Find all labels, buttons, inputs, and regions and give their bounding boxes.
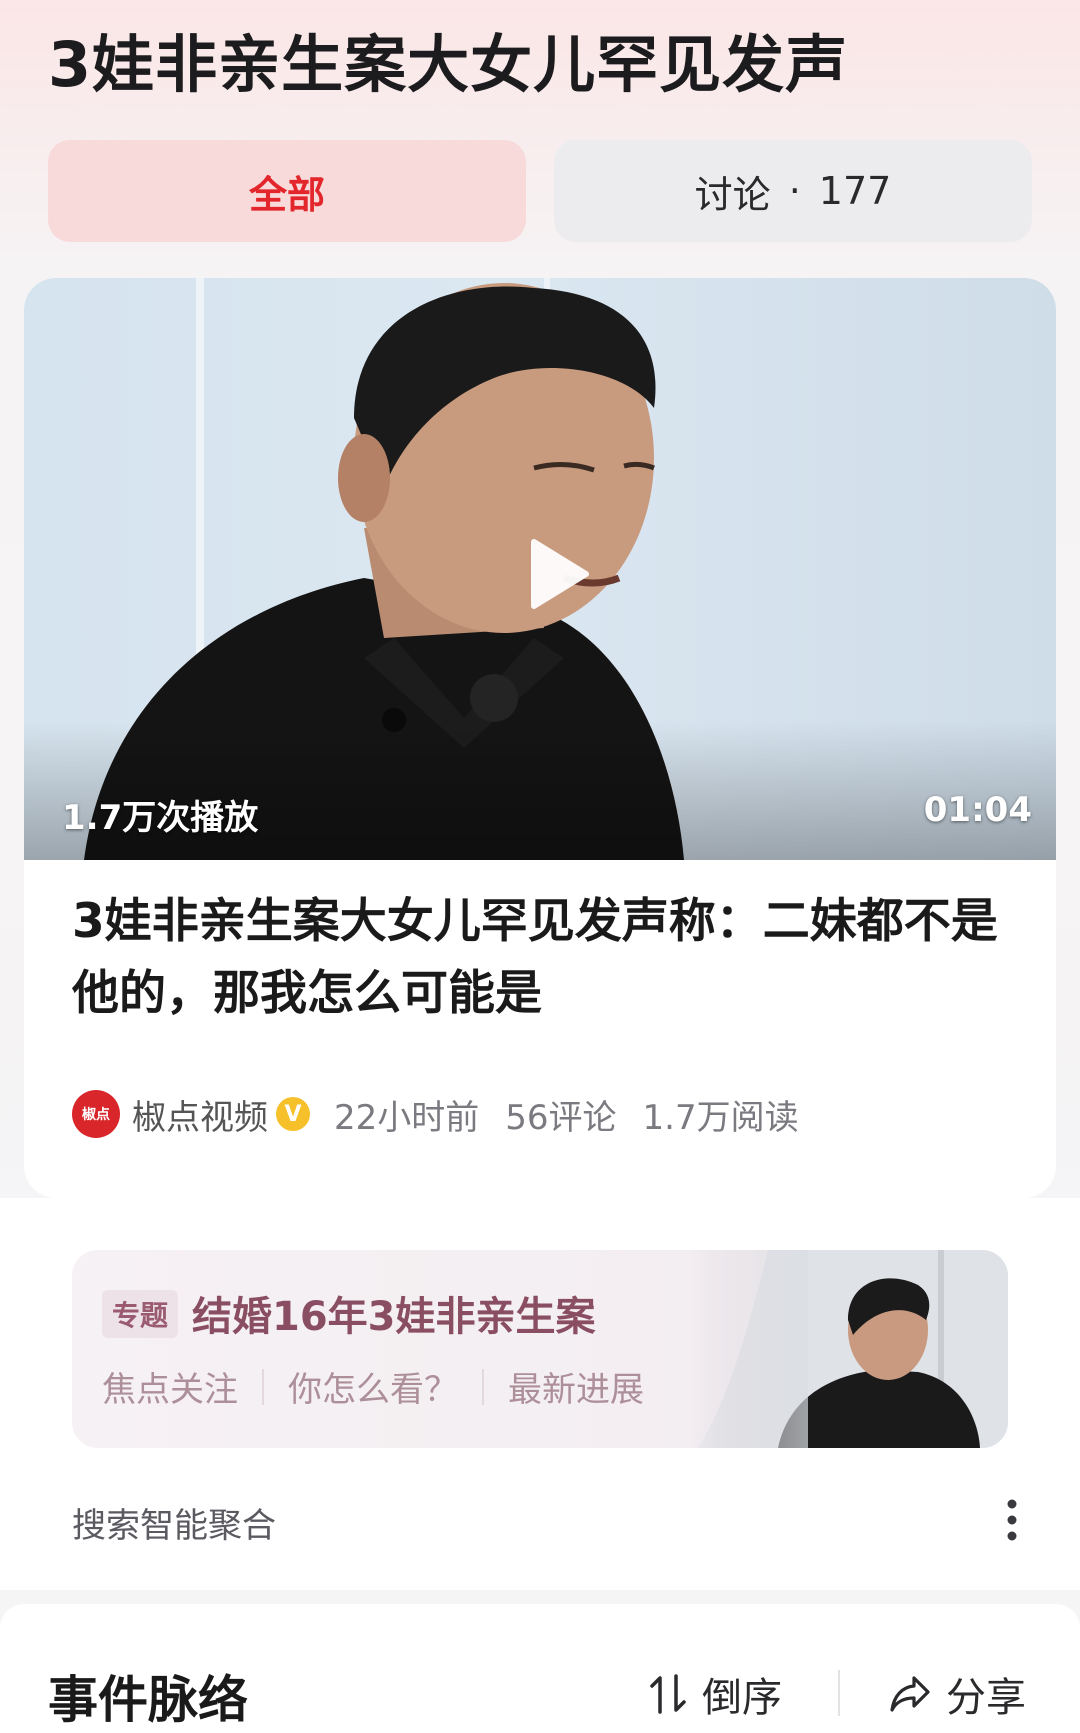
sort-button[interactable]: 倒序 bbox=[648, 1664, 782, 1724]
play-icon[interactable] bbox=[510, 528, 602, 620]
share-label: 分享 bbox=[946, 1675, 1026, 1721]
tab-bar: 全部 讨论 · 177 bbox=[48, 140, 1032, 242]
separator-dot: · bbox=[788, 169, 801, 213]
topic-link-focus[interactable]: 焦点关注 bbox=[102, 1362, 238, 1411]
source-avatar[interactable]: 椒点 bbox=[72, 1090, 120, 1138]
publish-time: 22小时前 bbox=[334, 1097, 480, 1138]
tab-all[interactable]: 全部 bbox=[48, 140, 526, 242]
video-duration: 01:04 bbox=[923, 790, 1032, 830]
timeline-title: 事件脉络 bbox=[48, 1671, 248, 1729]
topic-thumbnail bbox=[688, 1250, 1008, 1448]
topic-badge: 专题 bbox=[102, 1290, 179, 1338]
tab-discussion[interactable]: 讨论 · 177 bbox=[554, 140, 1032, 242]
topic-title[interactable]: 结婚16年3娃非亲生案 bbox=[192, 1284, 596, 1342]
read-count: 1.7万阅读 bbox=[642, 1097, 799, 1138]
tab-discussion-label: 讨论 bbox=[694, 172, 771, 217]
divider bbox=[482, 1368, 484, 1405]
source-name[interactable]: 椒点视频 bbox=[132, 1090, 268, 1139]
topic-card[interactable]: 专题 结婚16年3娃非亲生案 焦点关注 你怎么看？ 最新进展 bbox=[72, 1250, 1008, 1448]
video-thumbnail[interactable]: 1.7万次播放 01:04 bbox=[24, 278, 1056, 860]
divider bbox=[838, 1670, 840, 1716]
ai-aggregation-label: 搜索智能聚合 bbox=[72, 1506, 276, 1546]
topic-link-opinion[interactable]: 你怎么看？ bbox=[288, 1362, 458, 1411]
more-options-icon[interactable] bbox=[1002, 1498, 1022, 1542]
article-meta: 椒点 椒点视频 V 22小时前 56评论 1.7万阅读 bbox=[72, 1088, 825, 1140]
divider bbox=[262, 1368, 264, 1405]
verified-icon: V bbox=[276, 1097, 310, 1131]
share-button[interactable]: 分享 bbox=[888, 1664, 1026, 1724]
article-title[interactable]: 3娃非亲生案大女儿罕见发声称：二妹都不是他的，那我怎么可能是 bbox=[72, 886, 1012, 1030]
video-card[interactable]: 1.7万次播放 01:04 3娃非亲生案大女儿罕见发声称：二妹都不是他的，那我怎… bbox=[24, 278, 1056, 1198]
timeline-section: 事件脉络 倒序 分享 bbox=[0, 1604, 1080, 1733]
topic-link-latest[interactable]: 最新进展 bbox=[508, 1362, 644, 1411]
comment-count: 56评论 bbox=[505, 1097, 617, 1138]
share-icon bbox=[890, 1676, 930, 1712]
sort-icon bbox=[650, 1674, 686, 1714]
tab-discussion-count: 177 bbox=[818, 169, 892, 213]
page-title: 3娃非亲生案大女儿罕见发声 bbox=[48, 28, 849, 101]
topic-section: 专题 结婚16年3娃非亲生案 焦点关注 你怎么看？ 最新进展 搜索智能聚合 bbox=[0, 1198, 1080, 1590]
sort-label: 倒序 bbox=[702, 1675, 782, 1721]
tab-all-label: 全部 bbox=[248, 172, 325, 217]
topic-links: 焦点关注 你怎么看？ 最新进展 bbox=[102, 1362, 644, 1411]
video-views: 1.7万次播放 bbox=[62, 798, 259, 838]
